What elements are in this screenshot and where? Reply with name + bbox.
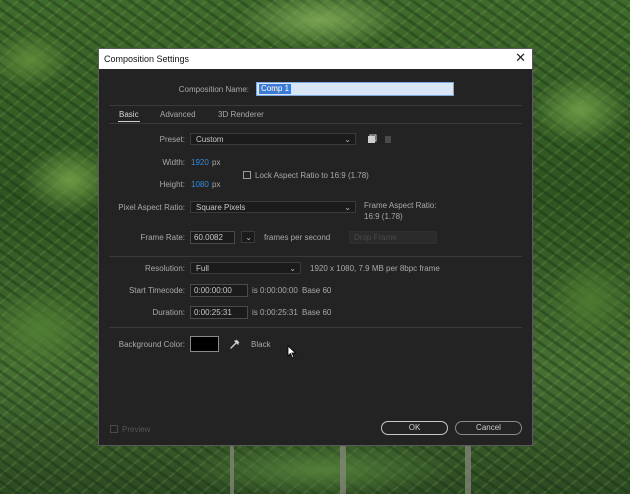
pixel-aspect-dropdown[interactable]: Square Pixels ⌄ [190,201,356,213]
preview-label: Preview [122,425,151,434]
frame-aspect-label: Frame Aspect Ratio: [364,201,437,210]
drop-frame-dropdown: Drop Frame [349,231,437,244]
separator [109,256,522,257]
eyedropper-icon[interactable] [230,339,240,349]
preview-checkbox[interactable] [110,425,118,433]
ok-button-label: OK [408,423,421,432]
background-color-swatch[interactable] [190,336,219,352]
tab-separator [109,123,522,124]
tab-3d-renderer[interactable]: 3D Renderer [218,110,264,119]
preset-dropdown[interactable]: Custom ⌄ [190,133,356,145]
separator [109,105,522,106]
background-tree-trunk [340,446,346,494]
close-icon[interactable]: ✕ [515,51,526,65]
start-timecode-is: is 0:00:00:00 [252,286,298,295]
composition-name-value: Comp 1 [259,84,292,94]
mouse-cursor-icon [287,345,297,359]
width-label: Width: [162,158,185,167]
frame-rate-unit: frames per second [264,233,331,242]
duration-base: Base 60 [302,308,332,317]
composition-name-input[interactable]: Comp 1 [256,82,454,96]
chevron-down-icon: ⌄ [344,203,351,212]
resolution-dropdown[interactable]: Full ⌄ [190,262,301,274]
resolution-info: 1920 x 1080, 7.9 MB per 8bpc frame [310,264,440,273]
start-timecode-input[interactable]: 0:00:00:00 [190,284,248,297]
pixel-aspect-label: Pixel Aspect Ratio: [118,203,185,212]
duration-input[interactable]: 0:00:25:31 [190,306,248,319]
background-color-label: Background Color: [118,340,185,349]
frame-rate-value: 60.0082 [194,233,223,242]
background-tree-trunk [230,446,234,494]
cancel-button[interactable]: Cancel [455,421,522,435]
tab-basic-underline [118,121,140,122]
chevron-down-icon: ⌄ [245,233,252,242]
drop-frame-value: Drop Frame [354,233,397,242]
cancel-button-label: Cancel [476,423,501,432]
save-preset-icon[interactable] [367,134,377,144]
start-timecode-value: 0:00:00:00 [194,286,232,295]
composition-settings-dialog: Composition Settings ✕ Composition Name:… [98,48,533,446]
title-bar: Composition Settings ✕ [99,49,532,69]
height-value[interactable]: 1080 [191,180,209,189]
pixel-aspect-value: Square Pixels [196,203,246,212]
height-unit: px [212,180,221,189]
duration-value: 0:00:25:31 [194,308,232,317]
start-timecode-base: Base 60 [302,286,332,295]
background-tree-trunk [465,446,471,494]
preset-label: Preset: [159,135,185,144]
width-unit: px [212,158,221,167]
chevron-down-icon: ⌄ [344,135,351,144]
delete-preset-icon[interactable] [383,134,393,144]
separator [109,327,522,328]
tab-basic[interactable]: Basic [119,110,139,119]
start-timecode-label: Start Timecode: [128,286,185,295]
height-label: Height: [159,180,185,189]
duration-is: is 0:00:25:31 [252,308,298,317]
dialog-title: Composition Settings [104,54,190,64]
lock-aspect-checkbox[interactable] [243,171,251,179]
duration-label: Duration: [152,308,185,317]
lock-aspect-label: Lock Aspect Ratio to 16:9 (1.78) [255,171,369,180]
frame-rate-label: Frame Rate: [140,233,185,242]
composition-name-label: Composition Name: [178,85,249,94]
width-value[interactable]: 1920 [191,158,209,167]
background-color-name: Black [251,340,271,349]
tab-advanced[interactable]: Advanced [160,110,196,119]
preset-value: Custom [196,135,224,144]
resolution-label: Resolution: [144,264,185,273]
frame-rate-dropdown[interactable]: ⌄ [241,231,255,243]
frame-aspect-value: 16:9 (1.78) [364,212,403,221]
chevron-down-icon: ⌄ [289,264,296,273]
ok-button[interactable]: OK [381,421,448,435]
frame-rate-input[interactable]: 60.0082 [190,231,235,244]
resolution-value: Full [196,264,209,273]
